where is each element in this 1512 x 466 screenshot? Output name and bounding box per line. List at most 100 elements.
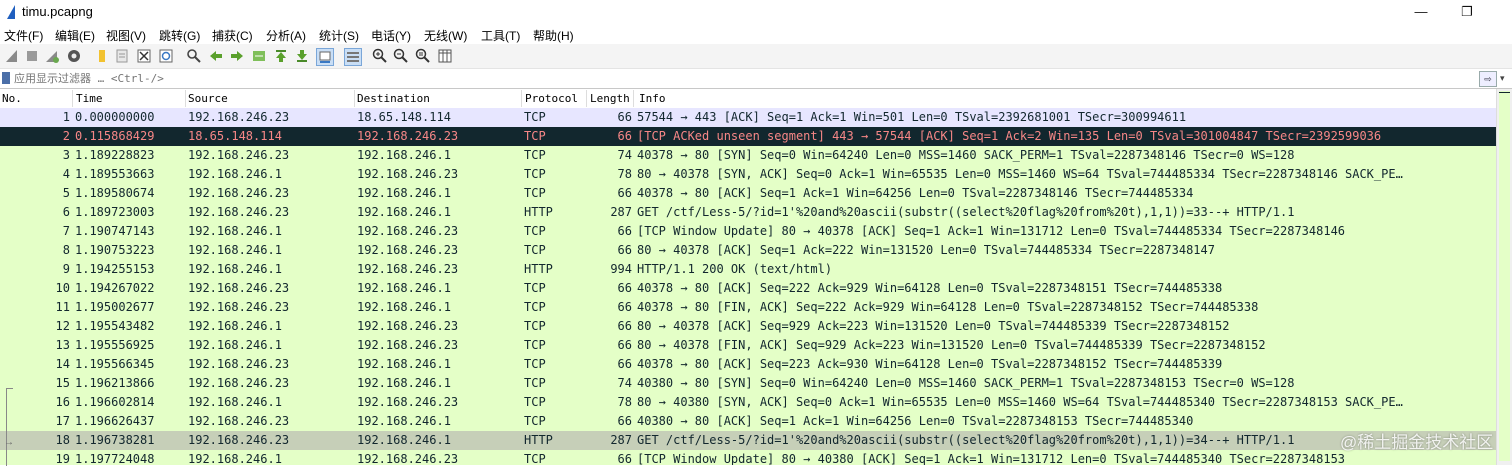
column-divider[interactable] — [72, 90, 73, 107]
go-back-icon[interactable] — [208, 48, 224, 64]
packet-source: 192.168.246.1 — [188, 319, 282, 333]
column-header-time[interactable]: Time — [76, 92, 103, 105]
start-capture-icon[interactable] — [4, 48, 20, 64]
watermark: @稀土掘金技术社区 — [1340, 433, 1494, 452]
go-to-packet-icon[interactable] — [251, 48, 267, 64]
menu-item-1[interactable]: 编辑(E) — [55, 27, 95, 44]
packet-length: 78 — [617, 395, 632, 409]
filter-dropdown-icon[interactable]: ▾ — [1500, 71, 1510, 85]
packet-protocol: TCP — [524, 281, 546, 295]
column-header-destination[interactable]: Destination — [357, 92, 430, 105]
packet-protocol: TCP — [524, 300, 546, 314]
minimize-button[interactable]: — — [1398, 2, 1444, 22]
zoom-out-icon[interactable] — [393, 48, 409, 64]
packet-row[interactable]: 15 1.196213866 192.168.246.23 192.168.246.1… — [0, 374, 1496, 393]
packet-destination: 192.168.246.23 — [357, 452, 459, 465]
packet-number: 11 — [55, 300, 70, 314]
menu-item-7[interactable]: 电话(Y) — [371, 27, 411, 44]
packet-number: 9 — [62, 262, 70, 276]
packet-row[interactable]: 8 1.190753223 192.168.246.1 192.168.246.23 T… — [0, 241, 1496, 260]
colorize-icon[interactable] — [344, 48, 362, 66]
packet-list-scrollbar[interactable] — [1496, 89, 1512, 465]
stop-capture-icon[interactable] — [24, 48, 40, 64]
resize-columns-icon[interactable] — [437, 48, 453, 64]
column-header-protocol[interactable]: Protocol — [525, 92, 578, 105]
reload-file-icon[interactable] — [158, 48, 174, 64]
menu-item-2[interactable]: 视图(V) — [106, 27, 146, 44]
maximize-button[interactable]: ❐ — [1444, 2, 1490, 22]
packet-destination: 192.168.246.23 — [357, 243, 459, 257]
autoscroll-icon[interactable] — [316, 48, 334, 66]
packet-time: 1.190753223 — [75, 243, 155, 257]
packet-destination: 192.168.246.23 — [357, 262, 459, 276]
capture-options-icon[interactable] — [66, 48, 82, 64]
menu-item-10[interactable]: 帮助(H) — [533, 27, 574, 44]
packet-source: 192.168.246.23 — [188, 148, 290, 162]
column-divider[interactable] — [521, 90, 522, 107]
packet-number: 10 — [55, 281, 70, 295]
find-packet-icon[interactable] — [186, 48, 202, 64]
column-header-length[interactable]: Length — [590, 92, 630, 105]
menu-item-8[interactable]: 无线(W) — [424, 27, 467, 44]
packet-row[interactable]: 3 1.189228823 192.168.246.23 192.168.246.1 T… — [0, 146, 1496, 165]
packet-list-header: No. Time Source Destination Protocol Len… — [0, 89, 1496, 109]
packet-row[interactable]: 12 1.195543482 192.168.246.1 192.168.246.23… — [0, 317, 1496, 336]
column-divider[interactable] — [633, 90, 634, 107]
packet-row[interactable]: 17 1.196626437 192.168.246.23 192.168.246.1… — [0, 412, 1496, 431]
packet-row[interactable]: 14 1.195566345 192.168.246.23 192.168.246.1… — [0, 355, 1496, 374]
packet-row[interactable]: 11 1.195002677 192.168.246.23 192.168.246.1… — [0, 298, 1496, 317]
go-first-icon[interactable] — [273, 48, 289, 64]
packet-destination: 192.168.246.1 — [357, 300, 451, 314]
go-forward-icon[interactable] — [229, 48, 245, 64]
packet-row[interactable]: 13 1.195556925 192.168.246.1 192.168.246.23… — [0, 336, 1496, 355]
packet-protocol: TCP — [524, 395, 546, 409]
packet-row[interactable]: 18 1.196738281 192.168.246.23 192.168.246.1… — [0, 431, 1496, 450]
filter-bookmark-icon[interactable] — [2, 72, 10, 84]
packet-row[interactable]: 7 1.190747143 192.168.246.1 192.168.246.23 T… — [0, 222, 1496, 241]
packet-time: 1.189228823 — [75, 148, 155, 162]
menu-item-5[interactable]: 分析(A) — [266, 27, 306, 44]
menu-item-9[interactable]: 工具(T) — [481, 27, 520, 44]
menu-item-6[interactable]: 统计(S) — [319, 27, 359, 44]
menu-item-3[interactable]: 跳转(G) — [159, 27, 200, 44]
packet-destination: 192.168.246.1 — [357, 281, 451, 295]
restart-capture-icon[interactable] — [44, 48, 60, 64]
column-header-info[interactable]: Info — [639, 92, 666, 105]
column-header-no[interactable]: No. — [2, 92, 22, 105]
packet-row[interactable]: 1 0.000000000 192.168.246.23 18.65.148.114 T… — [0, 108, 1496, 127]
zoom-in-icon[interactable] — [372, 48, 388, 64]
column-divider[interactable] — [185, 90, 186, 107]
menu-item-0[interactable]: 文件(F) — [4, 27, 43, 44]
packet-number: 2 — [62, 129, 70, 143]
packet-number: 6 — [62, 205, 70, 219]
go-last-icon[interactable] — [294, 48, 310, 64]
scrollbar-minimap[interactable] — [1499, 91, 1510, 461]
packet-row[interactable]: 19 1.197724048 192.168.246.1 192.168.246.23… — [0, 450, 1496, 465]
packet-row[interactable]: 4 1.189553663 192.168.246.1 192.168.246.23 T… — [0, 165, 1496, 184]
packet-row[interactable]: 10 1.194267022 192.168.246.23 192.168.246.1… — [0, 279, 1496, 298]
save-file-icon[interactable] — [114, 48, 130, 64]
column-divider[interactable] — [586, 90, 587, 107]
apply-filter-button[interactable]: ⇨ — [1479, 71, 1497, 87]
packet-destination: 192.168.246.23 — [357, 338, 459, 352]
normal-size-icon[interactable] — [415, 48, 431, 64]
packet-row[interactable]: 6 1.189723003 192.168.246.23 192.168.246.1 H… — [0, 203, 1496, 222]
column-header-source[interactable]: Source — [188, 92, 228, 105]
menu-item-4[interactable]: 捕获(C) — [212, 27, 253, 44]
column-divider[interactable] — [354, 90, 355, 107]
packet-info: HTTP/1.1 200 OK (text/html) — [637, 262, 833, 276]
window-title: timu.pcapng — [22, 4, 93, 19]
packet-row[interactable]: 16 1.196602814 192.168.246.1 192.168.246.23… — [0, 393, 1496, 412]
display-filter-input[interactable] — [14, 70, 1476, 86]
packet-row[interactable]: 5 1.189580674 192.168.246.23 192.168.246.1 T… — [0, 184, 1496, 203]
packet-destination: 192.168.246.23 — [357, 129, 459, 143]
packet-source: 192.168.246.1 — [188, 338, 282, 352]
packet-row[interactable]: 9 1.194255153 192.168.246.1 192.168.246.23 H… — [0, 260, 1496, 279]
close-file-icon[interactable] — [136, 48, 152, 64]
packet-source: 192.168.246.23 — [188, 357, 290, 371]
packet-time: 1.195566345 — [75, 357, 155, 371]
open-file-icon[interactable] — [94, 48, 110, 64]
packet-source: 192.168.246.1 — [188, 224, 282, 238]
packet-source: 192.168.246.23 — [188, 186, 290, 200]
packet-row[interactable]: 2 0.115868429 18.65.148.114 192.168.246.23 T… — [0, 127, 1496, 146]
